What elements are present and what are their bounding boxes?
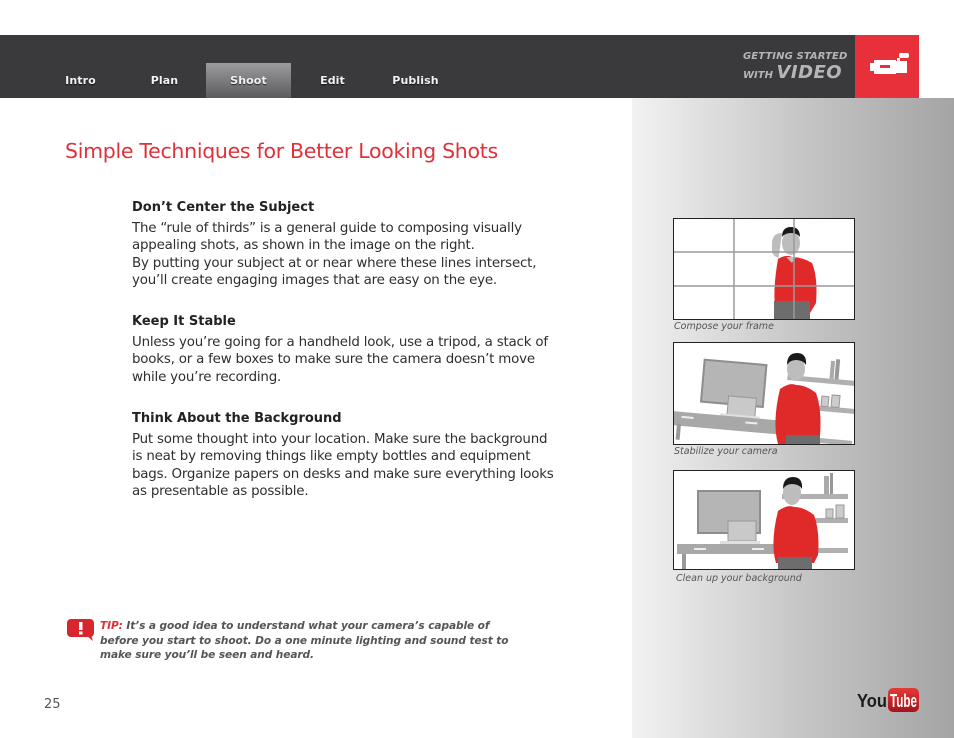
section-heading: Think About the Background [132,411,342,426]
youtube-logo-icon: You Tube [857,688,919,712]
tip-body: It’s a good idea to understand what your… [100,620,509,662]
figure-caption: Compose your frame [674,321,774,332]
tab-edit[interactable]: Edit [290,63,375,98]
tab-plan[interactable]: Plan [122,63,207,98]
figure-clean-background [673,470,855,570]
brand-video: VIDEO [776,62,843,83]
video-camera-icon [870,53,909,74]
figure-caption: Clean up your background [676,573,802,584]
tilted-room-illustration [674,343,854,444]
tip-lead: TIP: [100,620,123,632]
rule-of-thirds-illustration [674,219,854,319]
section-body: Unless you’re going for a handheld look,… [132,335,548,385]
logo-tube: Tube [890,691,917,711]
brand-title: GETTING STARTED WITH VIDEO [743,52,847,82]
section-dont-center: Don’t Center the Subject The “rule of th… [132,200,572,289]
figure-compose-frame [673,218,855,320]
figure-caption: Stabilize your camera [674,446,778,457]
section-keep-stable: Keep It Stable Unless you’re going for a… [132,314,572,386]
section-body: The “rule of thirds” is a general guide … [132,221,537,288]
section-background: Think About the Background Put some thou… [132,411,572,500]
exclamation-bubble-icon [67,619,94,641]
section-heading: Don’t Center the Subject [132,200,315,215]
brand-badge [855,35,919,98]
brand-line1: GETTING STARTED [743,51,848,62]
section-body: Put some thought into your location. Mak… [132,432,554,499]
logo-you: You [857,691,887,711]
tip-text: TIP: It’s a good idea to understand what… [100,619,510,663]
page-number: 25 [44,697,61,712]
brand-with: WITH [743,70,773,81]
youtube-logo: You Tube [857,686,921,718]
page-title: Simple Techniques for Better Looking Sho… [65,139,498,163]
tab-intro[interactable]: Intro [38,63,123,98]
tab-shoot[interactable]: Shoot [206,63,291,98]
figure-stabilize-camera [673,342,855,445]
top-nav-bar: Intro Plan Shoot Edit Publish GETTING ST… [0,35,855,98]
level-room-illustration [674,471,854,569]
tab-publish[interactable]: Publish [373,63,458,98]
section-heading: Keep It Stable [132,314,236,329]
